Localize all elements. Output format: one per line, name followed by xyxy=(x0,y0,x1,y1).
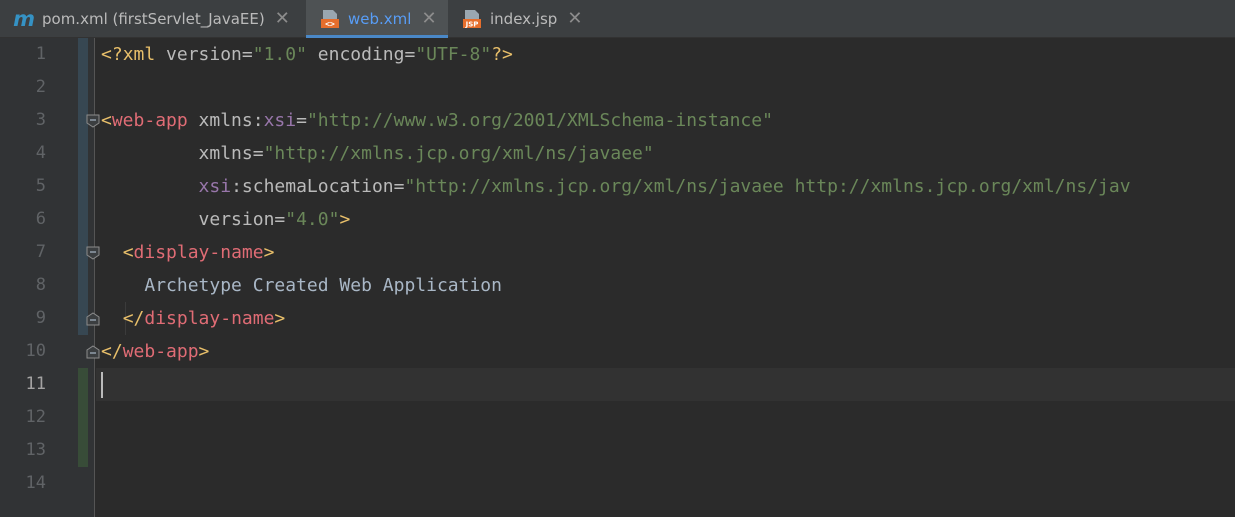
close-icon[interactable]: ✕ xyxy=(421,9,436,28)
code-line: Archetype Created Web Application xyxy=(144,275,502,296)
line-number: 10 xyxy=(25,341,46,361)
line-number: 11 xyxy=(25,374,46,394)
code-line: <web-app xmlns:xsi="http://www.w3.org/20… xyxy=(101,110,773,131)
code-line: version="4.0"> xyxy=(198,209,351,230)
editor-tab-bar: m pom.xml (firstServlet_JavaEE) ✕ <> web… xyxy=(0,0,1235,38)
line-number: 8 xyxy=(35,275,46,295)
code-line: <?xml version="1.0" encoding="UTF-8"?> xyxy=(101,44,513,65)
code-line: xsi:schemaLocation="http://xmlns.jcp.org… xyxy=(198,176,1131,197)
line-number: 1 xyxy=(35,44,46,64)
maven-icon: m xyxy=(13,6,35,31)
line-number: 5 xyxy=(35,176,46,196)
close-icon[interactable]: ✕ xyxy=(275,9,290,28)
tab-pom-xml[interactable]: m pom.xml (firstServlet_JavaEE) ✕ xyxy=(0,0,306,37)
line-number: 4 xyxy=(35,143,46,163)
line-number: 9 xyxy=(35,308,46,328)
line-number-gutter[interactable]: 1 2 3 4 5 6 7 8 9 10 11 12 13 14 xyxy=(0,38,100,517)
line-number: 12 xyxy=(25,407,46,427)
text-caret xyxy=(101,372,103,398)
line-number: 3 xyxy=(35,110,46,130)
code-line: </display-name> xyxy=(122,308,286,329)
tab-web-xml[interactable]: <> web.xml ✕ xyxy=(306,0,448,38)
xml-file-icon: <> xyxy=(320,9,340,29)
code-line: </web-app> xyxy=(101,341,210,362)
tab-label: pom.xml (firstServlet_JavaEE) xyxy=(42,9,265,28)
code-line: <display-name> xyxy=(122,242,275,263)
svg-text:<>: <> xyxy=(325,19,335,28)
line-number: 7 xyxy=(35,242,46,262)
tab-label: web.xml xyxy=(348,9,412,28)
vcs-modified-marker xyxy=(78,38,88,335)
tab-label: index.jsp xyxy=(490,9,558,28)
line-number: 6 xyxy=(35,209,46,229)
code-line: xmlns="http://xmlns.jcp.org/xml/ns/javae… xyxy=(198,143,654,164)
line-number: 14 xyxy=(25,473,46,493)
current-line-highlight xyxy=(96,368,1235,401)
vcs-added-marker xyxy=(78,368,88,467)
jsp-file-icon: JSP xyxy=(462,9,482,29)
line-number: 13 xyxy=(25,440,46,460)
line-number: 2 xyxy=(35,77,46,97)
svg-text:JSP: JSP xyxy=(465,20,479,28)
code-editor[interactable]: <?xml version="1.0" encoding="UTF-8"?> <… xyxy=(96,38,1235,517)
tab-index-jsp[interactable]: JSP index.jsp ✕ xyxy=(448,0,594,37)
close-icon[interactable]: ✕ xyxy=(567,9,582,28)
